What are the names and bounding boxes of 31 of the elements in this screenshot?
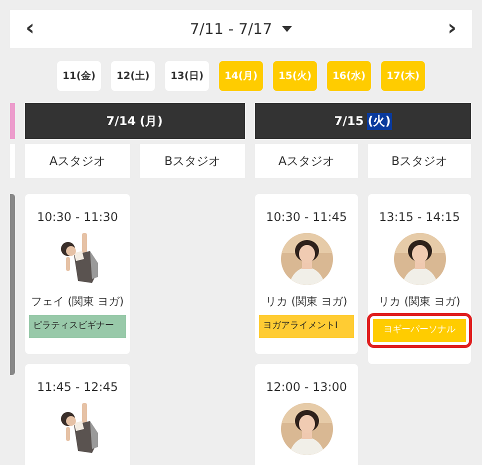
- previous-week-button[interactable]: ‹: [22, 18, 38, 40]
- class-time: 11:45 - 12:45: [36, 380, 120, 394]
- caret-icon: [282, 26, 292, 32]
- class-card[interactable]: 12:00 - 13:00: [255, 364, 358, 465]
- day-chip[interactable]: 12(土): [111, 61, 155, 91]
- instructor-name: リカ (関東 ヨガ): [264, 294, 348, 310]
- week-range-dropdown[interactable]: 7/11 - 7/17: [190, 20, 292, 38]
- class-time: 13:15 - 14:15: [378, 210, 462, 224]
- instructor-name: リカ (関東 ヨガ): [378, 294, 462, 310]
- class-time: 10:30 - 11:30: [36, 210, 120, 224]
- day-date: 7/14: [106, 114, 136, 128]
- studio-header: Aスタジオ: [255, 144, 358, 178]
- next-week-button[interactable]: ›: [444, 18, 460, 40]
- instructor-name: フェイ (関東 ヨガ): [30, 294, 125, 310]
- studio-header: Bスタジオ: [368, 144, 471, 178]
- class-tag: ヨギーパーソナル: [373, 318, 466, 342]
- class-card[interactable]: 10:30 - 11:45 リカ (関東 ヨガ) ヨガアライメントI: [255, 194, 358, 354]
- day-chip[interactable]: 13(日): [165, 61, 209, 91]
- class-tag: ヨガアライメントI: [259, 314, 354, 338]
- class-time: 10:30 - 11:45: [264, 210, 348, 224]
- studio-header: Aスタジオ: [25, 144, 130, 178]
- class-card[interactable]: 10:30 - 11:30 フェイ (関東 ヨガ) ピラティスビギナー: [25, 194, 130, 354]
- day-weekday: (月): [138, 112, 164, 130]
- studio-header: Bスタジオ: [140, 144, 245, 178]
- class-time: 12:00 - 13:00: [264, 380, 348, 394]
- day-chip[interactable]: 11(金): [57, 61, 101, 91]
- class-card[interactable]: 13:15 - 14:15 リカ (関東 ヨガ) ヨギーパーソナル: [368, 194, 471, 364]
- class-card[interactable]: 11:45 - 12:45: [25, 364, 130, 465]
- day-weekday: (火): [366, 112, 392, 130]
- class-tag: ピラティスビギナー: [29, 314, 126, 338]
- day-date: 7/15: [334, 114, 364, 128]
